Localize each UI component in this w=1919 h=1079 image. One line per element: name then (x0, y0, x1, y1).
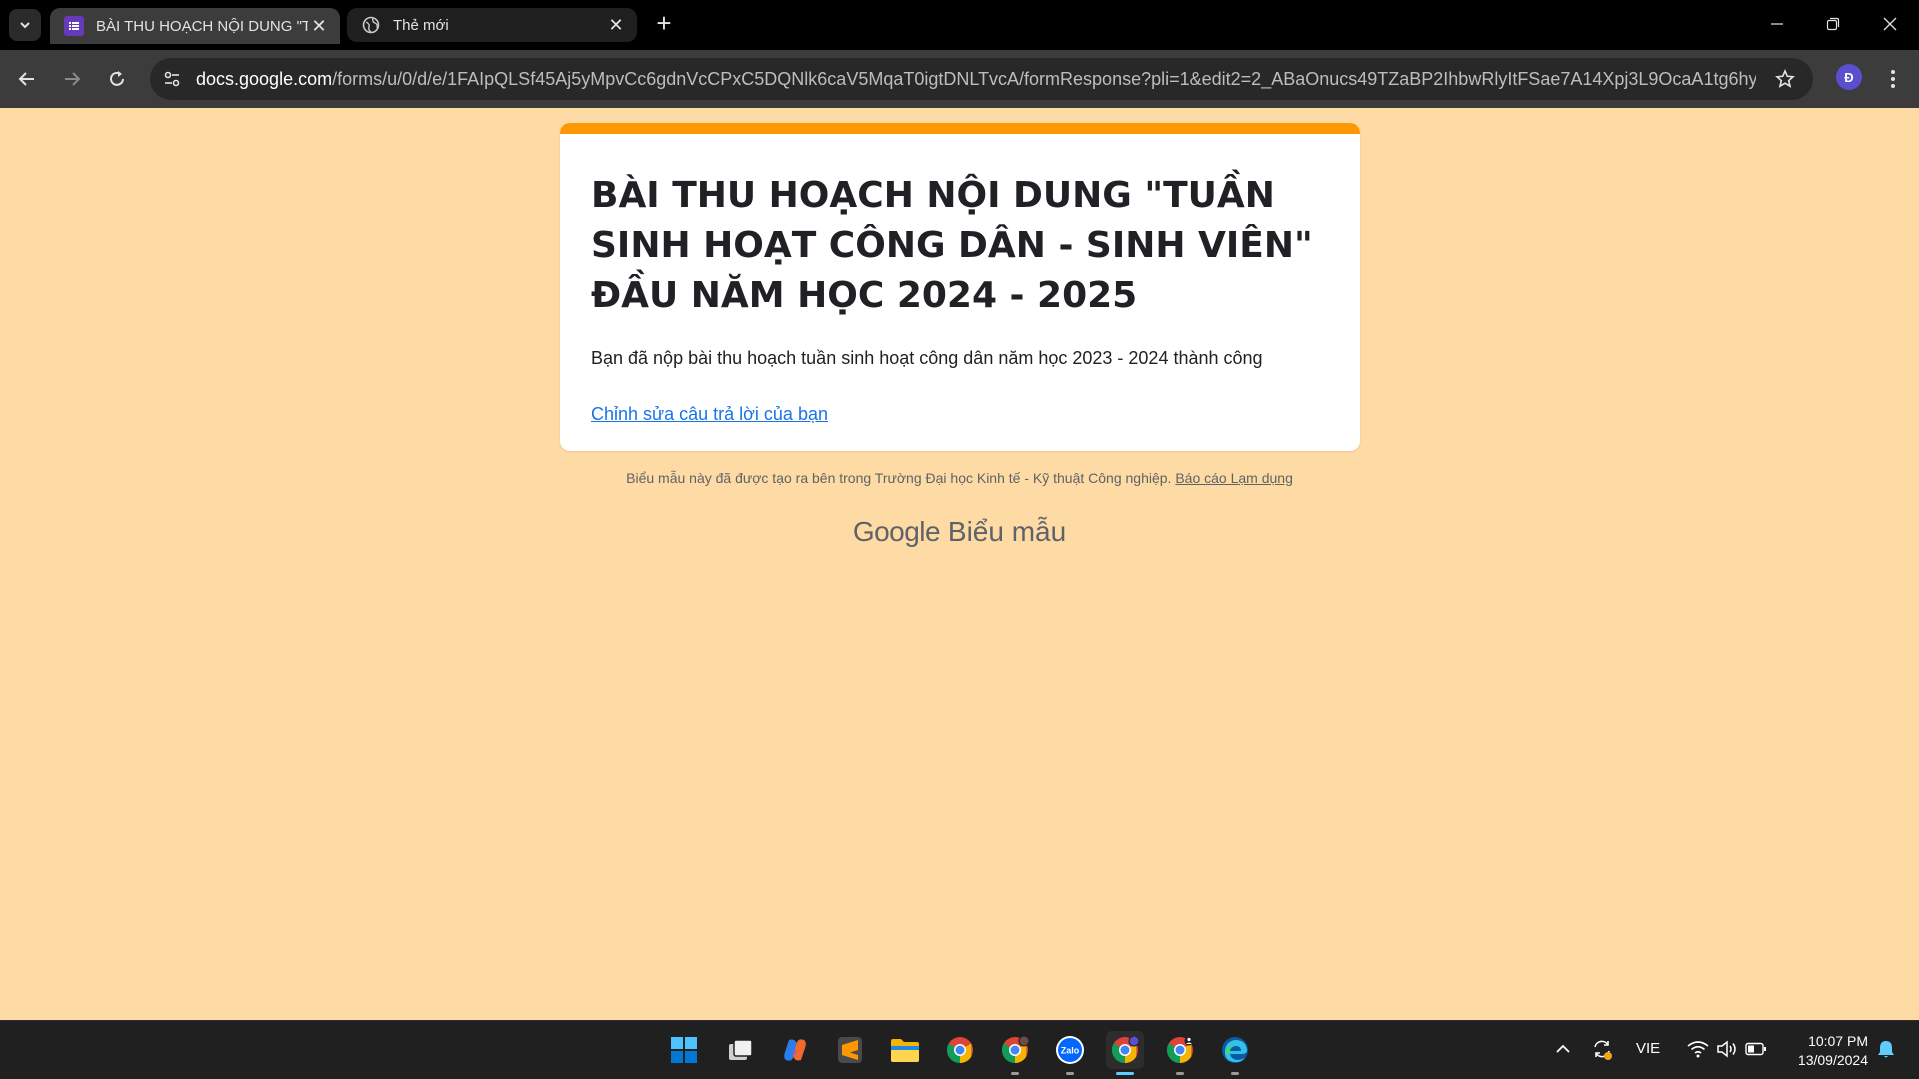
chevron-down-icon (20, 22, 30, 29)
globe-icon (361, 15, 381, 35)
zalo-label: Zalo (1061, 1046, 1080, 1056)
form-title: BÀI THU HOẠCH NỘI DUNG "TUẦN SINH HOẠT C… (591, 175, 1313, 316)
clock-time: 10:07 PM (1808, 1033, 1868, 1049)
zalo-icon[interactable]: Zalo (1051, 1031, 1089, 1075)
bookmark-star-icon[interactable] (1773, 67, 1797, 91)
browser-toolbar: docs.google.com/forms/u/0/d/e/1FAIpQLSf4… (0, 50, 1919, 108)
copilot-icon[interactable] (776, 1031, 814, 1069)
notification-bell-icon[interactable] (1874, 1037, 1898, 1061)
close-tab-icon[interactable]: ✕ (308, 15, 330, 37)
back-button[interactable] (11, 63, 43, 95)
running-indicator (1011, 1072, 1019, 1075)
google-forms-brand[interactable]: Google Biểu mẫu (0, 516, 1919, 548)
reload-button[interactable] (101, 63, 133, 95)
windows-taskbar: Zalo VIE 10:07 PM 13/09/2024 (0, 1020, 1919, 1079)
sync-icon[interactable] (1589, 1036, 1615, 1062)
input-language[interactable]: VIE (1636, 1040, 1660, 1057)
profile-avatar[interactable]: Đ (1836, 64, 1862, 90)
chrome-user-icon[interactable] (1161, 1031, 1199, 1075)
windows-start-icon[interactable] (665, 1031, 703, 1069)
task-view-icon[interactable] (721, 1031, 759, 1069)
running-indicator (1231, 1072, 1239, 1075)
forms-brand-text: Biểu mẫu (947, 516, 1067, 547)
form-footer-note: Biểu mẫu này đã được tạo ra bên trong Tr… (0, 470, 1919, 486)
tab-strip: BÀI THU HOẠCH NỘI DUNG "TUẦN ✕ Thẻ mới ✕… (0, 0, 1919, 50)
active-indicator (1116, 1072, 1134, 1075)
wifi-icon[interactable] (1686, 1037, 1710, 1061)
edit-response-link[interactable]: Chỉnh sửa câu trả lời của bạn (591, 404, 828, 425)
chrome-profile-icon[interactable] (996, 1031, 1034, 1075)
arrow-right-icon (65, 72, 81, 86)
confirmation-message: Bạn đã nộp bài thu hoạch tuần sinh hoạt … (591, 348, 1263, 368)
tab-google-form[interactable]: BÀI THU HOẠCH NỘI DUNG "TUẦN ✕ (50, 8, 340, 44)
running-indicator (1176, 1072, 1184, 1075)
file-explorer-icon[interactable] (886, 1031, 924, 1069)
google-logo-text: Google (852, 516, 941, 547)
card-accent-bar (560, 123, 1360, 134)
url-host: docs.google.com (196, 68, 333, 89)
clock-date: 13/09/2024 (1797, 1052, 1868, 1068)
minimize-icon[interactable] (1763, 10, 1791, 38)
sublime-text-icon[interactable] (831, 1031, 869, 1069)
confirmation-card: BÀI THU HOẠCH NỘI DUNG "TUẦN SINH HOẠT C… (560, 123, 1360, 451)
arrow-left-icon (18, 72, 34, 86)
chrome-active-icon[interactable] (1106, 1031, 1144, 1075)
volume-icon[interactable] (1715, 1037, 1739, 1061)
running-indicator (1066, 1072, 1074, 1075)
system-clock[interactable]: 10:07 PM 13/09/2024 (1784, 1032, 1868, 1070)
close-tab-icon[interactable]: ✕ (605, 14, 627, 36)
restore-icon[interactable] (1819, 10, 1847, 38)
report-abuse-link[interactable]: Báo cáo Lạm dụng (1175, 470, 1293, 486)
more-menu-icon[interactable] (1880, 64, 1906, 94)
battery-icon[interactable] (1744, 1037, 1768, 1061)
new-tab-button[interactable]: + (652, 10, 676, 36)
url-text[interactable]: docs.google.com/forms/u/0/d/e/1FAIpQLSf4… (196, 69, 1756, 90)
form-page: BÀI THU HOẠCH NỘI DUNG "TUẦN SINH HOẠT C… (0, 108, 1919, 1020)
url-path: /forms/u/0/d/e/1FAIpQLSf45Aj5yMpvCc6gdnV… (332, 68, 1756, 89)
chrome-icon[interactable] (941, 1031, 979, 1069)
show-hidden-icons-chevron-up-icon[interactable] (1553, 1037, 1573, 1061)
tab-new-tab[interactable]: Thẻ mới ✕ (347, 8, 637, 42)
footer-note-text: Biểu mẫu này đã được tạo ra bên trong Tr… (626, 470, 1172, 486)
close-window-icon[interactable] (1876, 10, 1904, 38)
reload-icon (110, 71, 124, 86)
address-bar[interactable]: docs.google.com/forms/u/0/d/e/1FAIpQLSf4… (150, 58, 1813, 100)
forward-button[interactable] (56, 63, 88, 95)
edge-icon[interactable] (1216, 1031, 1254, 1075)
tab-search-button[interactable] (9, 9, 41, 41)
tab-title: BÀI THU HOẠCH NỘI DUNG "TUẦN (96, 17, 308, 35)
forms-icon (64, 16, 84, 36)
tab-title: Thẻ mới (393, 16, 449, 34)
site-settings-icon[interactable] (157, 64, 187, 94)
